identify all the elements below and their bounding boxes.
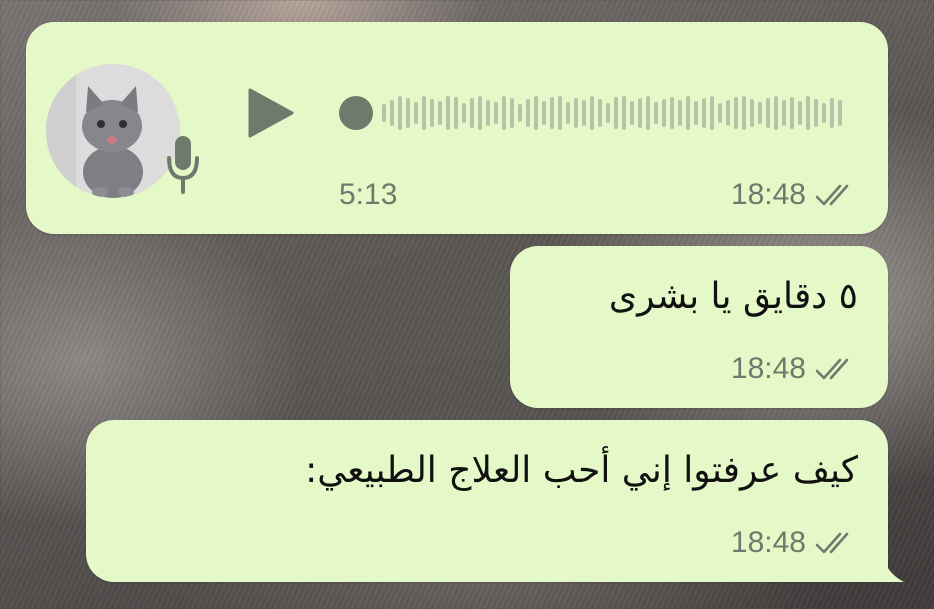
microphone-icon [167, 136, 199, 194]
text-message-bubble[interactable]: كيف عرفتوا إني أحب العلاج الطبيعي: 18:48 [86, 420, 888, 582]
voice-duration: 5:13 [339, 178, 398, 211]
double-check-icon [815, 358, 849, 380]
text-message-bubble[interactable]: ٥ دقايق يا بشرى 18:48 [510, 246, 888, 408]
double-check-icon [815, 184, 849, 206]
avatar [46, 64, 180, 198]
message-meta: 18:48 [731, 526, 858, 560]
playback-scrubber [339, 96, 373, 130]
message-text: ٥ دقايق يا بشرى [608, 276, 858, 317]
message-meta: 18:48 [731, 178, 858, 212]
message-time: 18:48 [730, 178, 806, 211]
message-meta: 18:48 [731, 352, 858, 386]
voice-message-bubble[interactable]: 5:13 18:48 [26, 22, 888, 234]
message-time: 18:48 [730, 352, 806, 385]
play-icon[interactable] [246, 88, 296, 138]
kitten-avatar-image [46, 64, 180, 198]
bubble-tail [868, 536, 904, 582]
message-time: 18:48 [730, 526, 806, 559]
message-text: كيف عرفتوا إني أحب العلاج الطبيعي: [305, 450, 858, 491]
audio-waveform[interactable] [334, 88, 854, 138]
double-check-icon [815, 532, 849, 554]
